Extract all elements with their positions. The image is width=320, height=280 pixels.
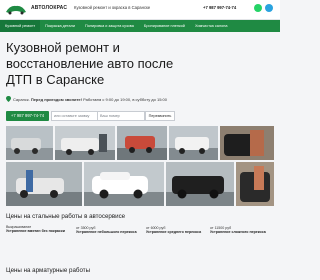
armature-prices-title: Цены на арматурные работы bbox=[6, 267, 91, 274]
photo-workshop-5-image bbox=[220, 126, 274, 160]
request-label: или оставьте заявку bbox=[51, 111, 99, 121]
nav-item-film[interactable]: Бронирование пленкой bbox=[139, 20, 190, 32]
nav-item-painting[interactable]: Покраска детали bbox=[40, 20, 80, 32]
photo-workshop-6-image bbox=[6, 162, 82, 206]
photo-workshop-3-image bbox=[117, 126, 167, 160]
price-card-3: от 6000 руб Устранение среднего перекоса bbox=[146, 225, 208, 255]
photo-workshop-8[interactable] bbox=[166, 162, 234, 206]
working-hours: Работаем с 9:00 до 19:00, в субботу до 1… bbox=[83, 96, 167, 102]
photo-workshop-5[interactable] bbox=[220, 126, 274, 160]
photo-workshop-2[interactable] bbox=[55, 126, 115, 160]
photo-workshop-1-image bbox=[6, 126, 53, 160]
address-line: Саранск. Перед приездом звоните! Работае… bbox=[6, 96, 167, 102]
whatsapp-icon[interactable] bbox=[254, 4, 262, 12]
main-nav: Кузовной ремонт Покраска детали Полировк… bbox=[0, 20, 280, 32]
phone-input[interactable]: Ваш номер bbox=[97, 111, 145, 121]
price-card-1: Выкрашивание Устранение вмятин без покра… bbox=[6, 225, 68, 255]
photo-workshop-9-image bbox=[236, 162, 274, 206]
page-title: Кузовной ремонт и восстановление авто по… bbox=[6, 40, 174, 87]
header-tagline: Кузовной ремонт и окраска в Саранске bbox=[74, 5, 151, 10]
price-card-2: от 3500 руб Устранение небольшого переко… bbox=[76, 225, 138, 255]
price-card-2-desc: Устранение небольшого перекоса bbox=[76, 230, 137, 235]
top-bar: АВТОЛОКРАС Кузовной ремонт и окраска в С… bbox=[0, 0, 280, 20]
callback-button[interactable]: Перезвонить bbox=[145, 111, 175, 121]
location-pin-icon bbox=[6, 96, 11, 102]
steel-prices-title: Цены на стальные работы в автосервисе bbox=[6, 213, 126, 220]
photo-workshop-1[interactable] bbox=[6, 126, 53, 160]
photo-workshop-6[interactable] bbox=[6, 162, 82, 206]
address-city: Саранск bbox=[13, 96, 29, 102]
photo-workshop-4-image bbox=[169, 126, 218, 160]
logo-text[interactable]: АВТОЛОКРАС bbox=[31, 5, 67, 11]
nav-item-polishing[interactable]: Полировка и защита кузова bbox=[80, 20, 139, 32]
price-card-1-desc: Устранение вмятин без покраски bbox=[6, 229, 65, 234]
logo-icon[interactable] bbox=[5, 4, 27, 15]
photo-workshop-4[interactable] bbox=[169, 126, 218, 160]
nav-item-cleaning[interactable]: Химчистка салона bbox=[190, 20, 233, 32]
photo-workshop-7[interactable] bbox=[84, 162, 164, 206]
photo-workshop-8-image bbox=[166, 162, 234, 206]
nav-item-body-repair[interactable]: Кузовной ремонт bbox=[0, 20, 41, 32]
address-note: Перед приездом звоните! bbox=[30, 96, 82, 102]
photo-workshop-9[interactable] bbox=[236, 162, 274, 206]
price-card-3-desc: Устранение среднего перекоса bbox=[146, 230, 202, 235]
photo-workshop-3[interactable] bbox=[117, 126, 167, 160]
price-card-4-desc: Устранение сложного перекоса bbox=[210, 230, 266, 235]
photo-workshop-7-image bbox=[84, 162, 164, 206]
telegram-icon[interactable] bbox=[265, 4, 273, 12]
call-button[interactable]: +7 987 997-74-74 bbox=[6, 111, 49, 121]
header-phone[interactable]: +7 987 997-74-74 bbox=[203, 5, 236, 10]
price-card-4: от 11500 руб Устранение сложного перекос… bbox=[210, 225, 272, 255]
callback-form: +7 987 997-74-74 или оставьте заявку Ваш… bbox=[6, 111, 176, 121]
photo-workshop-2-image bbox=[55, 126, 115, 160]
